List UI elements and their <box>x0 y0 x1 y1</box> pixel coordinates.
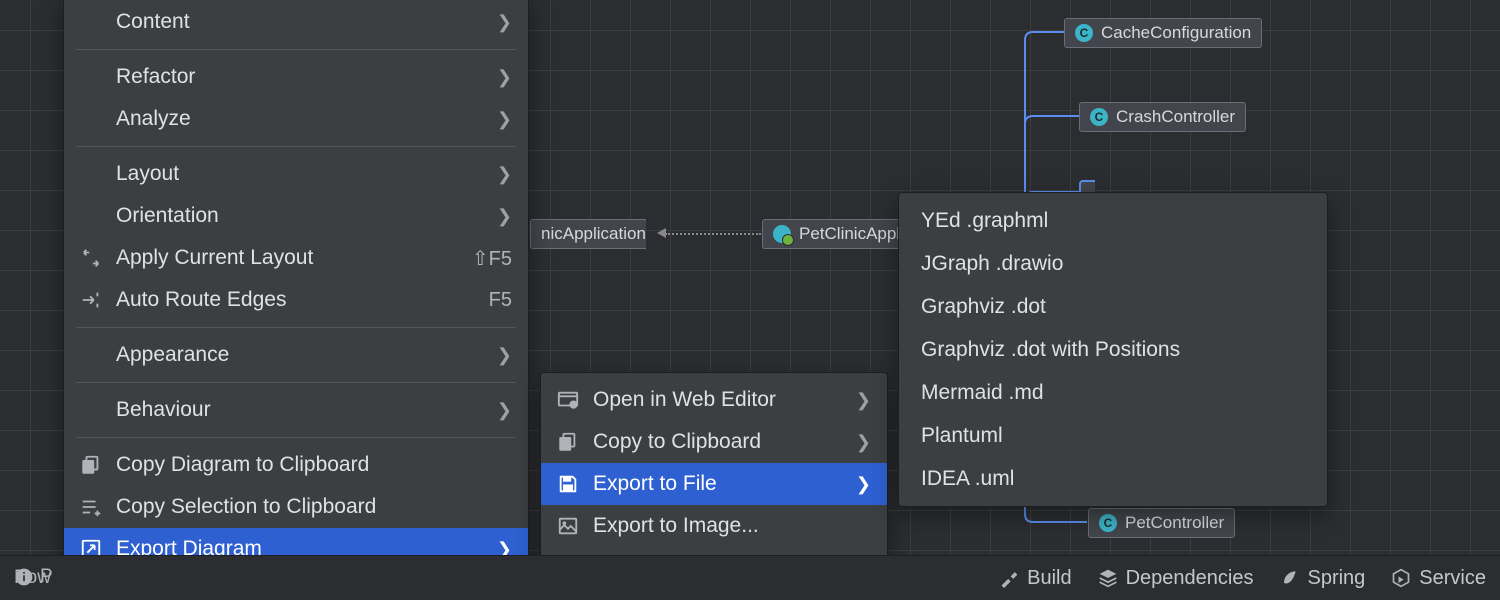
hexagon-icon <box>1391 568 1411 588</box>
format-graphviz-dot[interactable]: Graphviz .dot <box>899 285 1327 328</box>
menu-export-to-file[interactable]: Export to File❯ <box>541 463 887 505</box>
format-idea-uml[interactable]: IDEA .uml <box>899 457 1327 500</box>
chevron-right-icon: ❯ <box>856 390 871 411</box>
menu-open-web-editor[interactable]: Open in Web Editor❯ <box>541 379 887 421</box>
web-icon <box>555 387 581 413</box>
menu-apply-current-layout[interactable]: Apply Current Layout⇧F5 <box>64 237 528 279</box>
format-jgraph-drawio[interactable]: JGraph .drawio <box>899 242 1327 285</box>
menu-separator <box>76 327 516 328</box>
format-mermaid-md[interactable]: Mermaid .md <box>899 371 1327 414</box>
chevron-right-icon: ❯ <box>497 12 512 33</box>
arrow-icon <box>657 228 666 238</box>
node-label: nicApplication <box>541 224 646 244</box>
info-icon <box>14 567 34 587</box>
chevron-right-icon: ❯ <box>497 109 512 130</box>
bottom-tool-bar: Pow Build Dependencies Spring Service <box>0 555 1500 600</box>
node-petclinic-application-left[interactable]: nicApplication <box>530 219 646 249</box>
chevron-right-icon: ❯ <box>497 67 512 88</box>
spring-leaf-icon <box>1279 568 1299 588</box>
menu-refactor[interactable]: Refactor❯ <box>64 56 528 98</box>
menu-behaviour[interactable]: Behaviour❯ <box>64 389 528 431</box>
node-label: CacheConfiguration <box>1101 23 1251 43</box>
menu-copy-clipboard[interactable]: Copy to Clipboard❯ <box>541 421 887 463</box>
image-icon <box>555 513 581 539</box>
hammer-icon <box>999 568 1019 588</box>
chevron-right-icon: ❯ <box>497 206 512 227</box>
save-icon <box>555 471 581 497</box>
node-label: PetClinicAppl <box>799 224 900 244</box>
menu-auto-route-edges[interactable]: Auto Route EdgesF5 <box>64 279 528 321</box>
menu-separator <box>76 437 516 438</box>
node-label: CrashController <box>1116 107 1235 127</box>
menu-export-to-image[interactable]: Export to Image... <box>541 505 887 547</box>
class-icon: C <box>1099 514 1117 532</box>
dependency-edge <box>665 233 761 235</box>
context-menu-file-formats: YEd .graphml JGraph .drawio Graphviz .do… <box>898 192 1328 507</box>
menu-copy-diagram-clipboard[interactable]: Copy Diagram to Clipboard <box>64 444 528 486</box>
menu-orientation[interactable]: Orientation❯ <box>64 195 528 237</box>
copy-selection-icon <box>78 494 104 520</box>
copy-icon <box>555 429 581 455</box>
chevron-right-icon: ❯ <box>856 474 871 495</box>
apply-layout-icon <box>78 245 104 271</box>
format-plantuml[interactable]: Plantuml <box>899 414 1327 457</box>
node-petclinic-application-tests[interactable]: PetClinicAppl <box>762 219 910 249</box>
format-yed-graphml[interactable]: YEd .graphml <box>899 199 1327 242</box>
tab-dependencies[interactable]: Dependencies <box>1098 567 1254 590</box>
menu-separator <box>76 146 516 147</box>
chevron-right-icon: ❯ <box>497 164 512 185</box>
copy-icon <box>78 452 104 478</box>
tab-build[interactable]: Build <box>999 567 1071 590</box>
class-icon: C <box>1075 24 1093 42</box>
chevron-right-icon: ❯ <box>497 345 512 366</box>
menu-appearance[interactable]: Appearance❯ <box>64 334 528 376</box>
menu-layout[interactable]: Layout❯ <box>64 153 528 195</box>
tab-spring[interactable]: Spring <box>1279 567 1365 590</box>
menu-content[interactable]: Content❯ <box>64 1 528 43</box>
auto-route-icon <box>78 287 104 313</box>
menu-separator <box>76 49 516 50</box>
tab-services[interactable]: Service <box>1391 567 1486 590</box>
format-graphviz-dot-positions[interactable]: Graphviz .dot with Positions <box>899 328 1327 371</box>
layers-icon <box>1098 568 1118 588</box>
node-cache-configuration[interactable]: C CacheConfiguration <box>1064 18 1262 48</box>
node-pet-controller[interactable]: C PetController <box>1088 508 1235 538</box>
menu-analyze[interactable]: Analyze❯ <box>64 98 528 140</box>
chevron-right-icon: ❯ <box>497 400 512 421</box>
node-label: PetController <box>1125 513 1224 533</box>
menu-copy-selection-clipboard[interactable]: Copy Selection to Clipboard <box>64 486 528 528</box>
node-crash-controller[interactable]: C CrashController <box>1079 102 1246 132</box>
context-menu-main: Content❯ Refactor❯ Analyze❯ Layout❯ Orie… <box>63 0 529 577</box>
spring-class-icon <box>773 225 791 243</box>
class-icon: C <box>1090 108 1108 126</box>
chevron-right-icon: ❯ <box>856 432 871 453</box>
menu-separator <box>76 382 516 383</box>
problems-tab-partial[interactable]: P <box>14 566 53 588</box>
